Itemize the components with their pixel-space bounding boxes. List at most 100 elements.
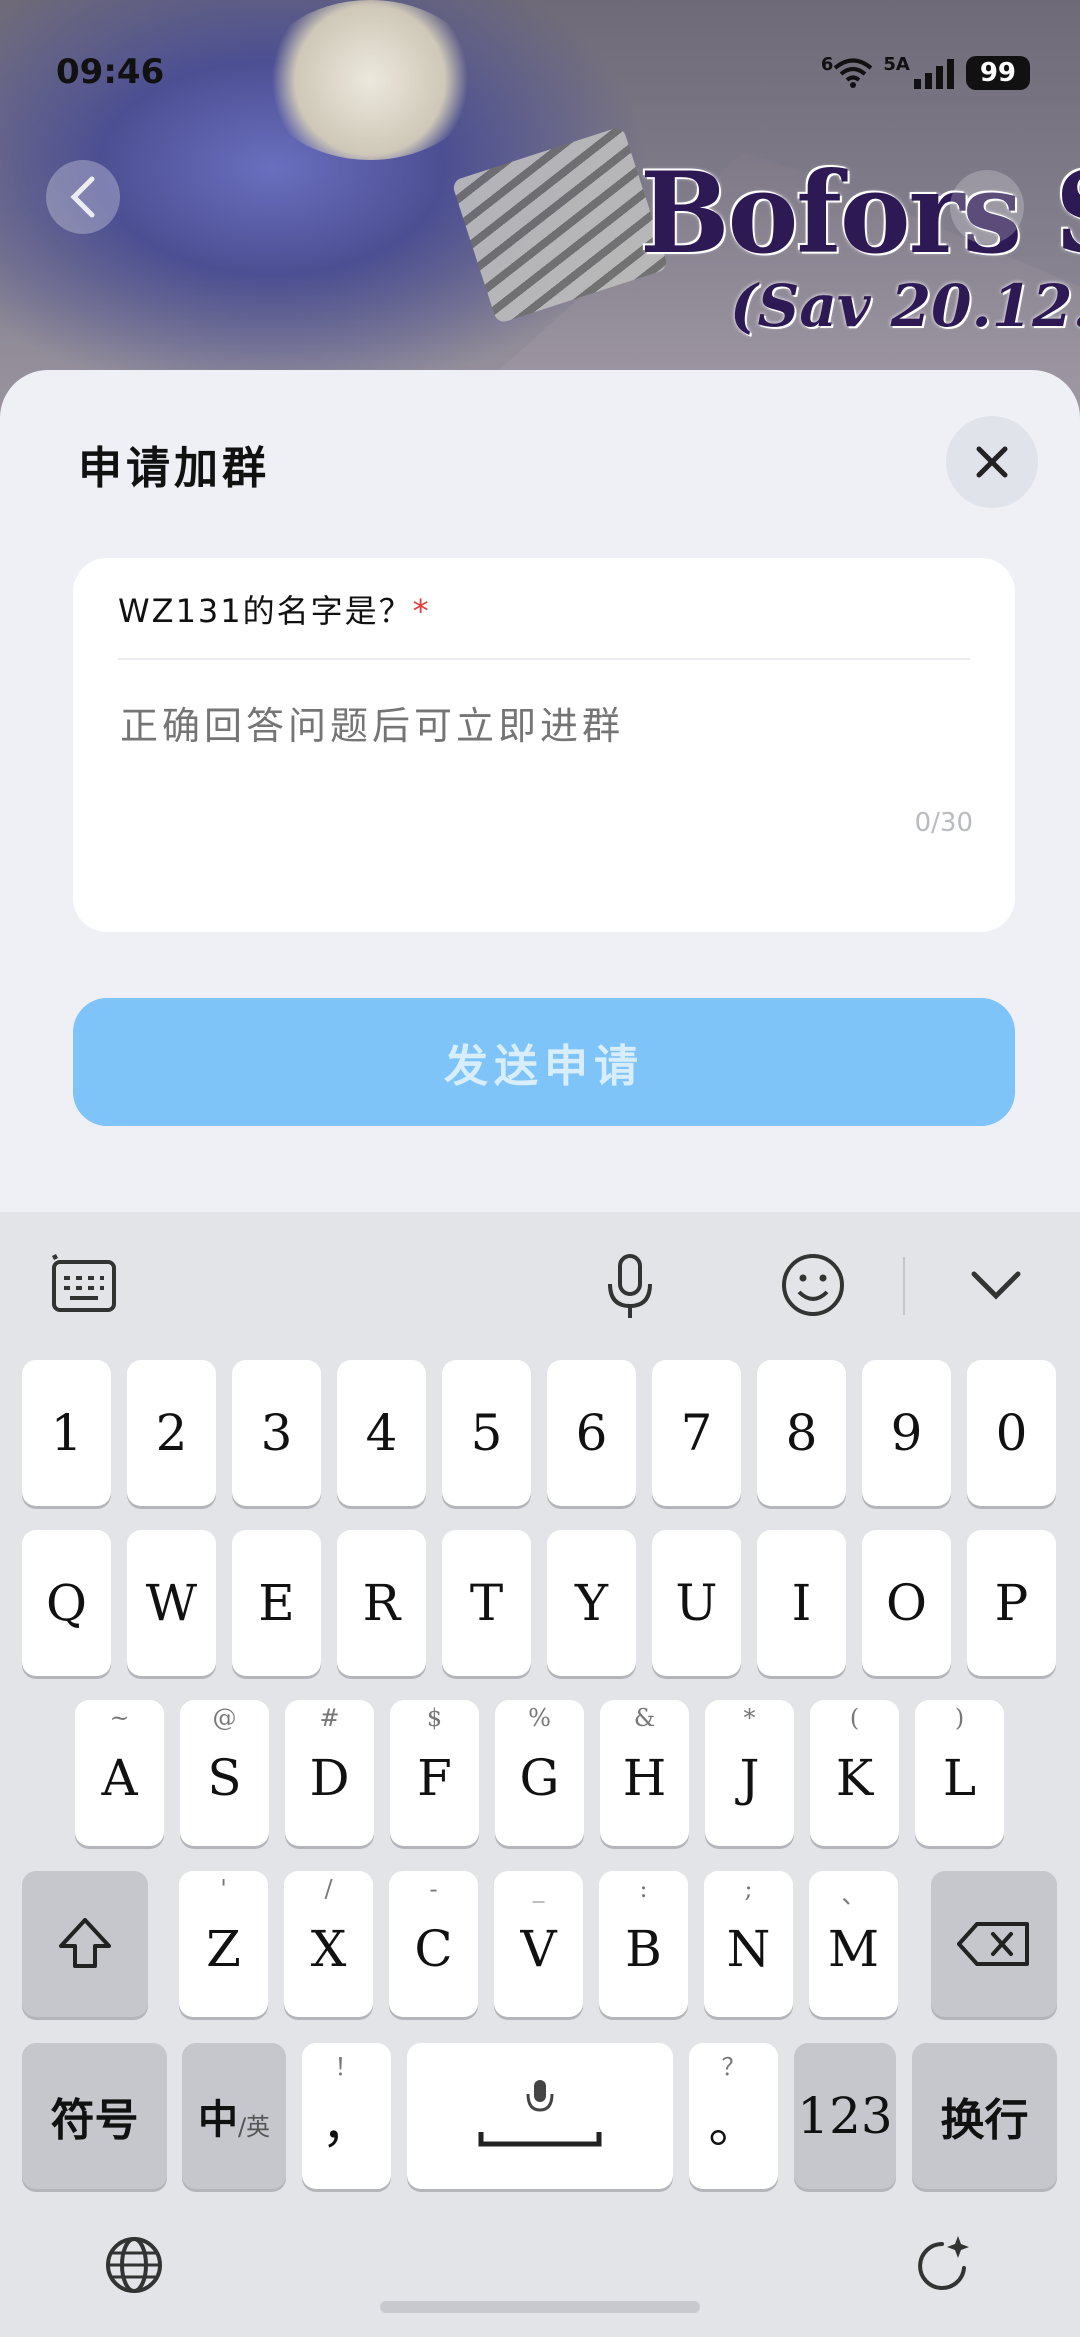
back-button[interactable]: [46, 160, 120, 234]
key-c[interactable]: -C: [389, 1871, 478, 2017]
key-label: D: [309, 1749, 350, 1807]
key-0[interactable]: 0: [967, 1360, 1056, 1506]
key-label: 符号: [50, 2095, 139, 2146]
key-hint: -: [429, 1875, 438, 1903]
cover-subtitle: (Sav 20.12.48): [730, 272, 1080, 340]
key-label: F: [417, 1749, 452, 1807]
key-i[interactable]: I: [757, 1530, 846, 1676]
key-label: ，: [321, 2096, 372, 2154]
key-k[interactable]: (K: [810, 1700, 899, 1846]
numbers-key[interactable]: 123: [794, 2043, 896, 2189]
battery-indicator: 99: [965, 56, 1030, 90]
key-hint: *: [743, 1704, 756, 1732]
key-n[interactable]: ; N: [704, 1871, 793, 2017]
key-label: O: [886, 1574, 927, 1632]
question-label: WZ131的名字是？*: [118, 586, 431, 632]
backspace-key[interactable]: [931, 1871, 1057, 2017]
key-label: 换行: [940, 2095, 1029, 2146]
key-hint: 、: [841, 1881, 866, 1909]
key-w[interactable]: W: [127, 1530, 216, 1676]
key-x[interactable]: / X: [284, 1871, 373, 2017]
key-hint: ？: [721, 2053, 746, 2081]
ai-assistant-icon[interactable]: [912, 2232, 978, 2298]
key-label: Y: [574, 1574, 608, 1632]
key-label: V: [520, 1920, 557, 1978]
lang-alt-label: /英: [237, 2112, 271, 2141]
key-4[interactable]: 4: [337, 1360, 426, 1506]
key-label: 4: [365, 1404, 398, 1462]
key-o[interactable]: O: [862, 1530, 951, 1676]
key-l[interactable]: ) L: [915, 1700, 1004, 1846]
period-key[interactable]: ？。: [689, 2043, 778, 2189]
keyboard-settings-icon[interactable]: [48, 1252, 120, 1316]
space-mic-icon: [478, 2080, 602, 2147]
lang-main-label: 中: [197, 2097, 238, 2143]
key-label: 8: [785, 1404, 818, 1462]
key-label: W: [145, 1574, 198, 1632]
key-j[interactable]: * J: [705, 1700, 794, 1846]
key-3[interactable]: 3: [232, 1360, 321, 1506]
globe-icon[interactable]: [104, 2235, 164, 2295]
language-switch-key[interactable]: 中/英: [182, 2043, 286, 2189]
key-label: X: [310, 1920, 347, 1978]
space-key[interactable]: [407, 2043, 673, 2189]
char-counter: 0/30: [914, 808, 973, 838]
key-e[interactable]: E: [232, 1530, 321, 1676]
more-button[interactable]: [950, 170, 1024, 244]
key-hint: &: [633, 1704, 656, 1732]
key-hint: /: [324, 1875, 333, 1903]
key-9[interactable]: 9: [862, 1360, 951, 1506]
key-label: N: [726, 1920, 771, 1978]
key-label: 0: [995, 1404, 1028, 1462]
key-label: G: [519, 1749, 560, 1807]
microphone-icon[interactable]: [602, 1252, 658, 1322]
key-f[interactable]: $ F: [390, 1700, 479, 1846]
key-q[interactable]: Q: [22, 1530, 111, 1676]
key-label: U: [675, 1574, 718, 1632]
answer-input[interactable]: [118, 703, 972, 749]
key-2[interactable]: 2: [127, 1360, 216, 1506]
key-5[interactable]: 5: [442, 1360, 531, 1506]
key-label: H: [622, 1749, 667, 1807]
key-label: I: [791, 1574, 812, 1632]
key-t[interactable]: T: [442, 1530, 531, 1676]
key-label: Z: [206, 1920, 241, 1978]
key-z[interactable]: ' Z: [179, 1871, 268, 2017]
enter-key[interactable]: 换行: [912, 2043, 1057, 2189]
key-1[interactable]: 1: [22, 1360, 111, 1506]
key-d[interactable]: # D: [285, 1700, 374, 1846]
key-a[interactable]: ~ A: [75, 1700, 164, 1846]
key-hint: #: [319, 1704, 340, 1732]
comma-key[interactable]: ！，: [302, 2043, 391, 2189]
keyboard: 1 2 3 4 5 6 7 8 9 0 Q W E R T Y U I O P ~ A @ S # D $ F% G & H * J(K) L ' Z…: [0, 1212, 1080, 2337]
key-6[interactable]: 6: [547, 1360, 636, 1506]
key-p[interactable]: P: [967, 1530, 1056, 1676]
key-hint: (: [849, 1704, 860, 1732]
key-hint: ~: [109, 1704, 130, 1732]
question-card: WZ131的名字是？* 0/30: [73, 558, 1015, 932]
keyboard-toolbar: [0, 1212, 1080, 1342]
key-label: 9: [890, 1404, 923, 1462]
key-s[interactable]: @ S: [180, 1700, 269, 1846]
chevron-down-icon[interactable]: [968, 1268, 1024, 1304]
key-h[interactable]: & H: [600, 1700, 689, 1846]
key-b[interactable]: :B: [599, 1871, 688, 2017]
key-v[interactable]: _ V: [494, 1871, 583, 2017]
key-7[interactable]: 7: [652, 1360, 741, 1506]
key-label: K: [835, 1749, 874, 1807]
key-label: 。: [708, 2096, 759, 2154]
shift-key[interactable]: [22, 1871, 148, 2017]
close-button[interactable]: [946, 416, 1038, 508]
key-g[interactable]: % G: [495, 1700, 584, 1846]
divider: [118, 658, 970, 660]
key-y[interactable]: Y: [547, 1530, 636, 1676]
send-request-button[interactable]: 发送申请: [73, 998, 1015, 1126]
sheet-title: 申请加群: [78, 443, 270, 494]
key-8[interactable]: 8: [757, 1360, 846, 1506]
key-hint: $: [426, 1704, 443, 1732]
key-m[interactable]: 、 M: [809, 1871, 898, 2017]
emoji-icon[interactable]: [780, 1252, 846, 1318]
key-u[interactable]: U: [652, 1530, 741, 1676]
symbols-key[interactable]: 符号: [22, 2043, 167, 2189]
key-r[interactable]: R: [337, 1530, 426, 1676]
